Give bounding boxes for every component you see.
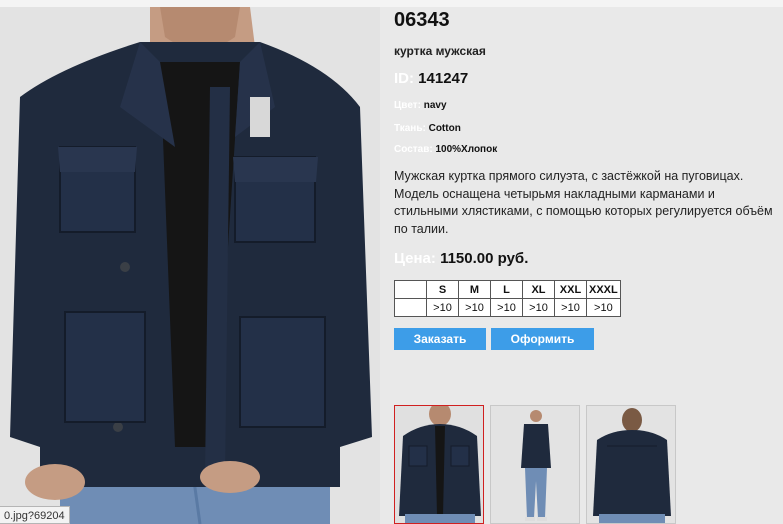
composition-value: 100%Хлопок (435, 144, 498, 155)
size-header-row: S M L XL XXL XXXL (394, 280, 621, 299)
size-label-cell[interactable]: L (490, 280, 523, 299)
id-value: 141247 (418, 70, 469, 87)
size-stock-cell: >10 (490, 298, 523, 317)
color-label: Цвет: (394, 100, 421, 111)
price-label: Цена: (394, 250, 436, 267)
product-id: ID: 141247 (394, 70, 468, 87)
composition-label: Состав: (394, 144, 433, 155)
size-table: S M L XL XXL XXXL >10 >10 >10 >10 >10 >1… (394, 280, 621, 317)
top-strip (0, 0, 783, 7)
product-article: 06343 (394, 9, 450, 31)
composition-row: Состав: 100%Хлопок (394, 144, 497, 155)
size-corner-cell (394, 280, 427, 299)
size-stock-cell: >10 (522, 298, 555, 317)
price-row: Цена: 1150.00 руб. (394, 250, 528, 267)
size-label-cell[interactable]: XXXL (586, 280, 621, 299)
color-value: navy (423, 100, 447, 111)
thumbnail-full-body[interactable] (490, 405, 580, 524)
thumbnail-back-view[interactable] (586, 405, 676, 524)
size-stock-row: >10 >10 >10 >10 >10 >10 (394, 298, 621, 317)
product-name: куртка мужская (394, 44, 486, 58)
fabric-row: Ткань: Cotton (394, 123, 461, 134)
order-button[interactable]: Заказать (394, 328, 486, 350)
id-label: ID: (394, 70, 414, 87)
fabric-label: Ткань: (394, 123, 426, 134)
size-label-cell[interactable]: XL (522, 280, 555, 299)
checkout-button[interactable]: Оформить (491, 328, 594, 350)
size-stock-cell: >10 (458, 298, 491, 317)
size-label-cell[interactable]: M (458, 280, 491, 299)
thumbnail-front-closeup[interactable] (394, 405, 484, 524)
size-label-cell[interactable]: XXL (554, 280, 587, 299)
size-corner-cell (394, 298, 427, 317)
color-row: Цвет: navy (394, 100, 447, 111)
fabric-value: Cotton (428, 123, 461, 134)
size-label-cell[interactable]: S (426, 280, 459, 299)
status-url-tooltip: 0.jpg?69204 (0, 506, 70, 524)
price-value: 1150.00 руб. (440, 250, 529, 267)
size-stock-cell: >10 (426, 298, 459, 317)
product-description: Мужская куртка прямого силуэта, с застёж… (394, 169, 773, 236)
size-stock-cell: >10 (586, 298, 621, 317)
size-stock-cell: >10 (554, 298, 587, 317)
main-product-photo[interactable]: 0.jpg?69204 (0, 7, 380, 524)
